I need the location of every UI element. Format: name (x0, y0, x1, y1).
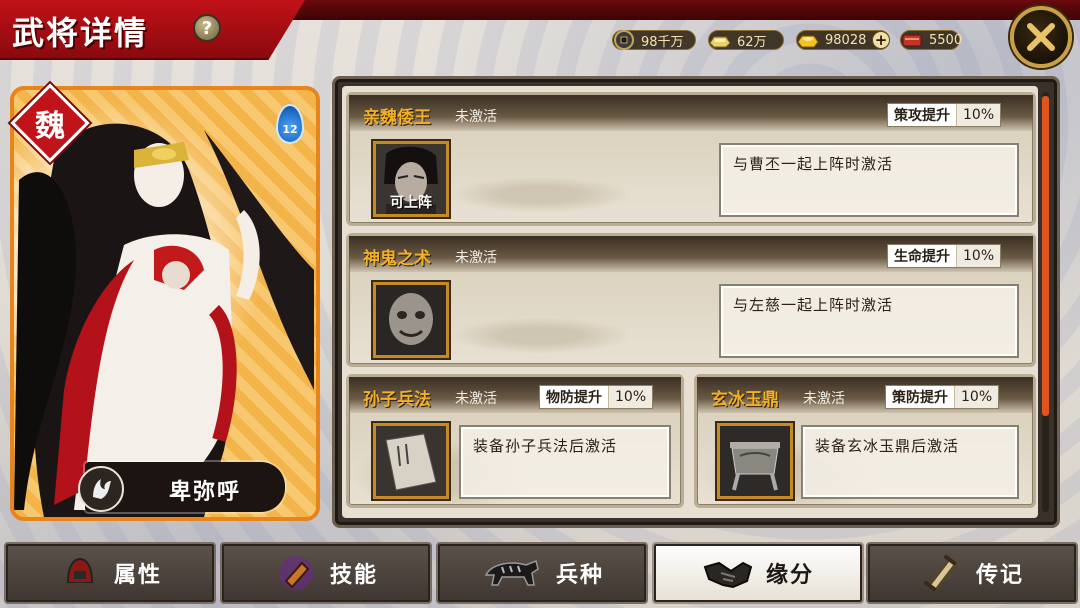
tab-label: 传记 (975, 563, 1024, 588)
fate-name: 亲魏倭王 (363, 108, 431, 128)
fate-condition: 装备玄冰玉鼎后激活 (801, 425, 1019, 499)
kingdom-label: 魏 (35, 109, 65, 144)
add-gold-button[interactable]: + (872, 31, 890, 49)
fate-bonus: 策攻提升 10% (887, 103, 1002, 127)
tab-label: 缘分 (765, 563, 814, 588)
fate-status: 未激活 (455, 109, 497, 125)
fate-condition: 与左慈一起上阵时激活 (719, 284, 1019, 358)
handshake-icon (702, 551, 754, 595)
resource-silver-value: 62万 (737, 34, 767, 50)
bonus-value: 10% (957, 104, 1001, 126)
claw-icon (78, 466, 124, 512)
tab-label: 技能 (329, 563, 378, 588)
gold-ingot-icon (795, 27, 821, 53)
fate-portrait[interactable] (717, 423, 793, 499)
coin-icon (611, 27, 637, 53)
hero-level-badge: 12 (276, 104, 304, 144)
tab-fates[interactable]: 缘分 (652, 542, 864, 604)
hero-name: 卑弥呼 (168, 480, 241, 505)
book-icon (376, 426, 446, 496)
fate-bonus: 物防提升 10% (539, 385, 654, 409)
tab-attributes[interactable]: 属性 (4, 542, 216, 604)
bonus-value: 10% (955, 386, 999, 408)
scroll-icon (920, 551, 964, 595)
fate-status: 未激活 (455, 250, 497, 266)
top-bar (290, 0, 1080, 20)
tab-label: 兵种 (555, 563, 604, 588)
tab-skills[interactable]: 技能 (220, 542, 432, 604)
token-icon (899, 27, 925, 53)
resource-coins: 98千万 (612, 30, 696, 50)
page-title: 武将详情 (12, 14, 149, 52)
resource-token-value: 5500 (929, 32, 963, 48)
fate-name: 玄冰玉鼎 (711, 390, 779, 410)
fate-condition: 与曹丕一起上阵时激活 (719, 143, 1019, 217)
resource-coins-value: 98千万 (641, 34, 684, 50)
fate-bonus: 策防提升 10% (885, 385, 1000, 409)
bonus-label: 物防提升 (540, 386, 609, 408)
fate-condition: 装备孙子兵法后激活 (459, 425, 671, 499)
resource-gold-value: 98028 (825, 32, 867, 48)
fate-portrait[interactable] (373, 423, 449, 499)
bonus-value: 10% (957, 245, 1001, 267)
help-button[interactable]: ? (193, 14, 221, 42)
portrait-label: 可上阵 (390, 195, 432, 211)
fate-name: 孙子兵法 (363, 390, 431, 410)
bonus-label: 生命提升 (888, 245, 957, 267)
close-icon (1027, 23, 1055, 51)
silver-ingot-icon (707, 27, 733, 53)
tab-label: 属性 (113, 563, 162, 588)
skill-book-icon (274, 551, 318, 595)
fate-portrait[interactable]: 可上阵 (373, 141, 449, 217)
tab-biography[interactable]: 传记 (866, 542, 1078, 604)
fate-portrait[interactable] (373, 282, 449, 358)
fate-status: 未激活 (803, 391, 845, 407)
fate-bonus: 生命提升 10% (887, 244, 1002, 268)
tiger-icon (480, 551, 544, 595)
bonus-value: 10% (609, 386, 653, 408)
hero-portrait (14, 123, 314, 517)
cauldron-icon (720, 426, 790, 496)
fate-card[interactable]: 玄冰玉鼎 未激活 策防提升 10% 装备玄冰玉鼎后激活 (694, 374, 1036, 508)
fate-card[interactable]: 神鬼之术 未激活 生命提升 10% 与左慈一起上阵时激活 (346, 233, 1036, 367)
helmet-icon (58, 551, 102, 595)
scrollbar-thumb[interactable] (1042, 96, 1049, 416)
tab-troops[interactable]: 兵种 (436, 542, 648, 604)
resource-token: 5500 (899, 27, 963, 53)
close-button[interactable] (1010, 6, 1072, 68)
fate-card[interactable]: 孙子兵法 未激活 物防提升 10% 装备孙子兵法后激活 (346, 374, 684, 508)
bonus-label: 策攻提升 (888, 104, 957, 126)
fate-status: 未激活 (455, 391, 497, 407)
fate-card[interactable]: 亲魏倭王 未激活 策攻提升 10% 可上阵 与曹丕一起上阵时激活 (346, 92, 1036, 226)
resource-silver: 62万 (708, 30, 784, 50)
mask-portrait-icon (376, 285, 446, 355)
bonus-label: 策防提升 (886, 386, 955, 408)
fate-name: 神鬼之术 (363, 249, 431, 269)
